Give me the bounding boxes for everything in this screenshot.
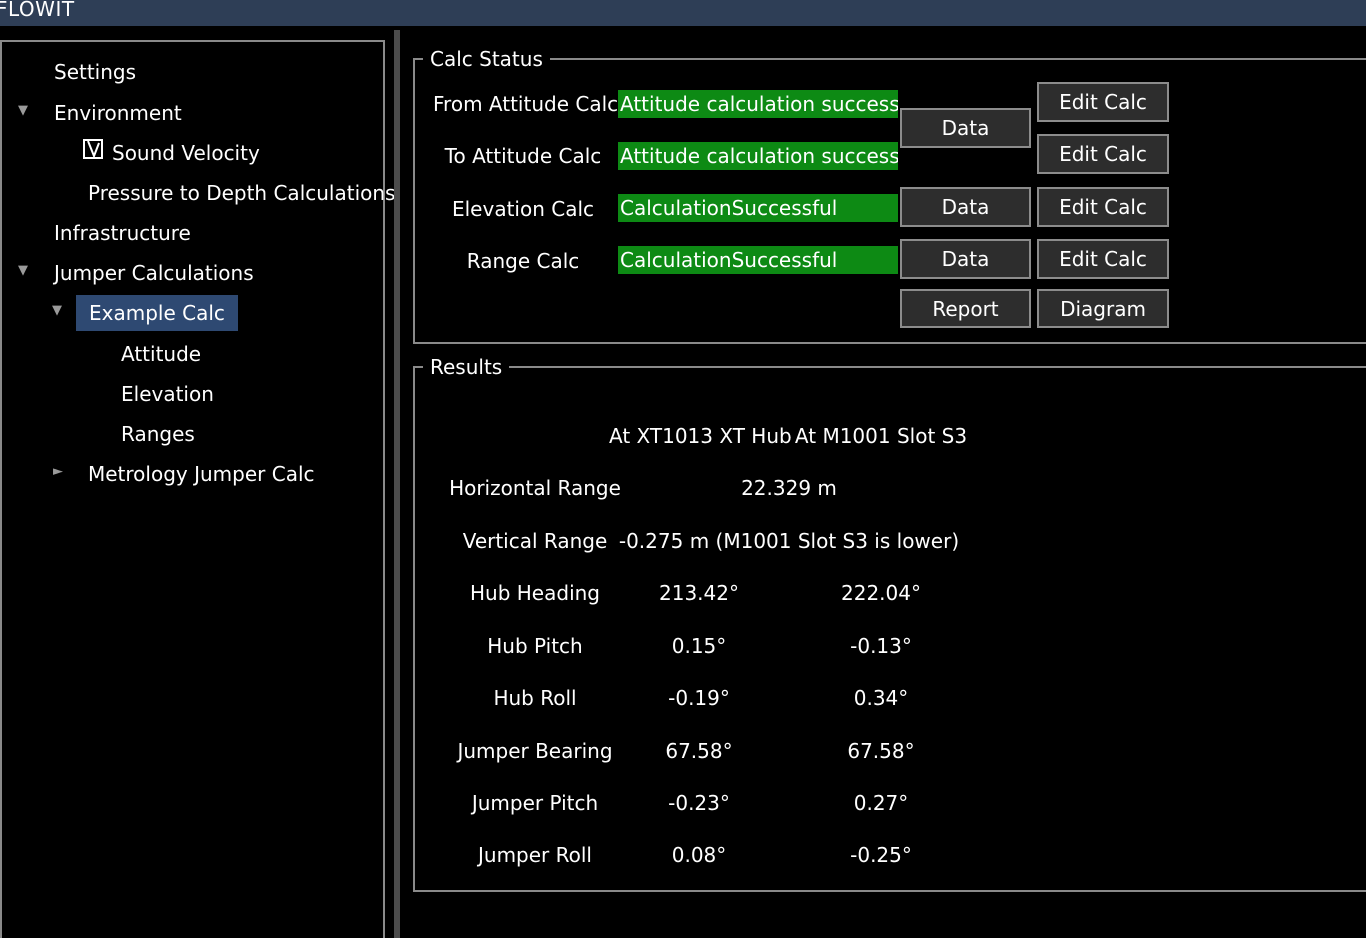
hub-pitch-label: Hub Pitch [487, 634, 583, 658]
pane-splitter[interactable] [394, 30, 400, 938]
elevation-calc-label: Elevation Calc [451, 197, 595, 221]
hub-heading-to-value: 222.04° [841, 581, 921, 605]
hub-pitch-from-value: 0.15° [671, 634, 727, 658]
jumper-roll-label: Jumper Roll [478, 843, 592, 867]
horizontal-range-value: 22.329 m [741, 476, 837, 500]
navigation-tree[interactable]: Settings ▼ Environment Sound Velocity Pr… [0, 40, 395, 938]
jumper-pitch-to-value: 0.27° [853, 791, 909, 815]
tree-item-environment[interactable]: Environment [48, 95, 188, 131]
tree-item-infrastructure[interactable]: Infrastructure [48, 215, 197, 251]
expand-arrow-down-icon[interactable]: ▼ [18, 104, 28, 118]
sound-velocity-icon [82, 135, 104, 171]
to-attitude-calc-label: To Attitude Calc [444, 144, 602, 168]
hub-pitch-to-value: -0.13° [850, 634, 912, 658]
tree-item-elevation[interactable]: Elevation [115, 376, 220, 412]
range-data-button[interactable]: Data [900, 239, 1031, 279]
jumper-bearing-to-value: 67.58° [847, 739, 915, 763]
vertical-range-value: -0.275 m (M1001 Slot S3 is lower) [618, 529, 960, 553]
elevation-edit-calc-button[interactable]: Edit Calc [1037, 187, 1169, 227]
results-title: Results [423, 353, 510, 381]
results-column-to-header: At M1001 Slot S3 [794, 424, 968, 448]
elevation-data-button[interactable]: Data [900, 187, 1031, 227]
expand-arrow-down-icon[interactable]: ▼ [18, 264, 28, 278]
tree-item-settings[interactable]: Settings [48, 54, 142, 90]
jumper-pitch-label: Jumper Pitch [471, 791, 599, 815]
expand-arrow-down-icon[interactable]: ▼ [52, 304, 62, 318]
to-attitude-edit-calc-button[interactable]: Edit Calc [1037, 134, 1169, 174]
expand-arrow-right-icon[interactable]: ► [53, 465, 63, 479]
report-button[interactable]: Report [900, 289, 1031, 328]
results-column-from-header: At XT1013 XT Hub [609, 424, 792, 448]
range-calc-label: Range Calc [466, 249, 580, 273]
tree-item-jumper-calculations[interactable]: Jumper Calculations [48, 255, 260, 291]
jumper-bearing-label: Jumper Bearing [457, 739, 613, 763]
calc-status-title: Calc Status [423, 45, 550, 73]
jumper-roll-from-value: 0.08° [671, 843, 727, 867]
hub-heading-label: Hub Heading [470, 581, 600, 605]
jumper-pitch-from-value: -0.23° [668, 791, 730, 815]
tree-item-pressure-to-depth[interactable]: Pressure to Depth Calculations [82, 175, 401, 211]
elevation-calc-status: CalculationSuccessful [618, 194, 898, 222]
tree-item-metrology-jumper-calc[interactable]: Metrology Jumper Calc [82, 456, 321, 492]
jumper-roll-to-value: -0.25° [850, 843, 912, 867]
calc-status-group: Calc Status From Attitude Calc Attitude … [413, 45, 1366, 344]
hub-roll-to-value: 0.34° [853, 686, 909, 710]
app-title: FLOWIT [0, 0, 75, 21]
hub-roll-label: Hub Roll [493, 686, 577, 710]
tree-item-example-calc[interactable]: Example Calc [76, 295, 238, 331]
range-calc-status: CalculationSuccessful [618, 246, 898, 274]
hub-heading-from-value: 213.42° [659, 581, 739, 605]
tree-item-sound-velocity-label: Sound Velocity [112, 141, 260, 165]
range-edit-calc-button[interactable]: Edit Calc [1037, 239, 1169, 279]
attitude-data-button[interactable]: Data [900, 108, 1031, 148]
from-attitude-edit-calc-button[interactable]: Edit Calc [1037, 82, 1169, 122]
tree-item-sound-velocity[interactable]: Sound Velocity [76, 135, 266, 171]
tree-item-attitude[interactable]: Attitude [115, 336, 207, 372]
results-group: Results At XT1013 XT Hub At M1001 Slot S… [413, 353, 1366, 892]
from-attitude-calc-status: Attitude calculation successful [618, 90, 898, 118]
jumper-bearing-from-value: 67.58° [665, 739, 733, 763]
diagram-button[interactable]: Diagram [1037, 289, 1169, 328]
hub-roll-from-value: -0.19° [668, 686, 730, 710]
from-attitude-calc-label: From Attitude Calc [433, 92, 619, 116]
title-bar: FLOWIT [0, 0, 1366, 26]
tree-item-ranges[interactable]: Ranges [115, 416, 201, 452]
to-attitude-calc-status: Attitude calculation successful [618, 142, 898, 170]
